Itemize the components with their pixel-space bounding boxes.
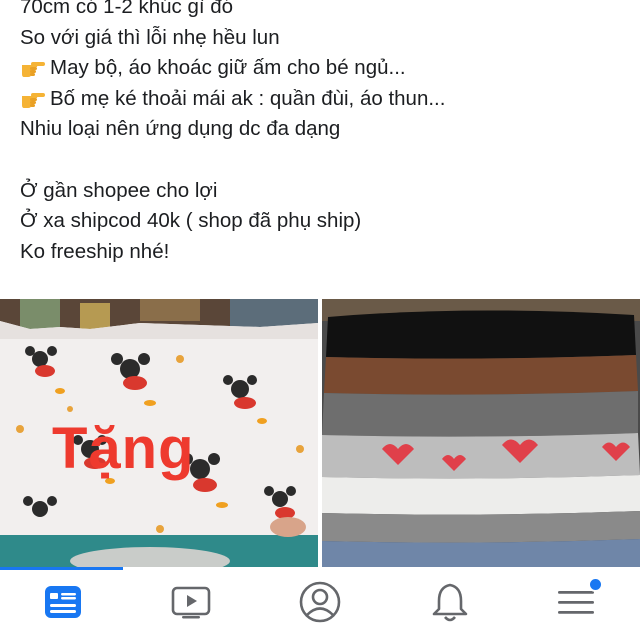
pointing-hand-icon [20, 53, 50, 84]
tab-watch[interactable] [163, 574, 219, 630]
post-line: So với giá thì lỗi nhẹ hều lun [20, 25, 280, 49]
post-text: 70cm có 1-2 khúc gì đó So với giá thì lỗ… [20, 0, 630, 267]
pointing-hand-icon [20, 84, 50, 115]
tab-news-feed[interactable] [35, 574, 91, 630]
post-line: 70cm có 1-2 khúc gì đó [20, 0, 234, 18]
video-play-icon [171, 586, 211, 619]
active-tab-indicator [0, 567, 123, 570]
bottom-tab-bar [0, 567, 640, 640]
bell-icon [432, 583, 468, 622]
post-line: Ở xa shipcod 40k ( shop đã phụ ship) [20, 209, 362, 232]
post-photos: Tặng [0, 299, 640, 567]
post-line-blank [20, 145, 630, 176]
post-line: Ở gần shopee cho lợi [20, 178, 218, 202]
profile-icon [299, 581, 341, 623]
post-line: Ko freeship nhé! [20, 239, 170, 263]
minnie-mouse-fabric-photo[interactable]: Tặng [0, 299, 318, 567]
overlay-text: Tặng [52, 416, 195, 481]
post-line-text: May bộ, áo khoác giữ ấm cho bé ngủ... [50, 56, 406, 79]
news-feed-icon [45, 586, 81, 618]
tab-menu[interactable] [548, 574, 604, 630]
post-line-text: Bố mẹ ké thoải mái ak : quần đùi, áo thu… [50, 86, 446, 110]
tab-profile[interactable] [292, 574, 348, 630]
notification-badge-dot [588, 577, 603, 592]
post-line: Nhiu loại nên ứng dụng dc đa dạng [20, 117, 341, 140]
post-line: Bố mẹ ké thoải mái ak : quần đùi, áo thu… [20, 84, 630, 115]
post-line: May bộ, áo khoác giữ ấm cho bé ngủ... [20, 53, 630, 84]
stacked-fabrics-photo[interactable] [322, 299, 640, 567]
tab-notifications[interactable] [422, 574, 478, 630]
